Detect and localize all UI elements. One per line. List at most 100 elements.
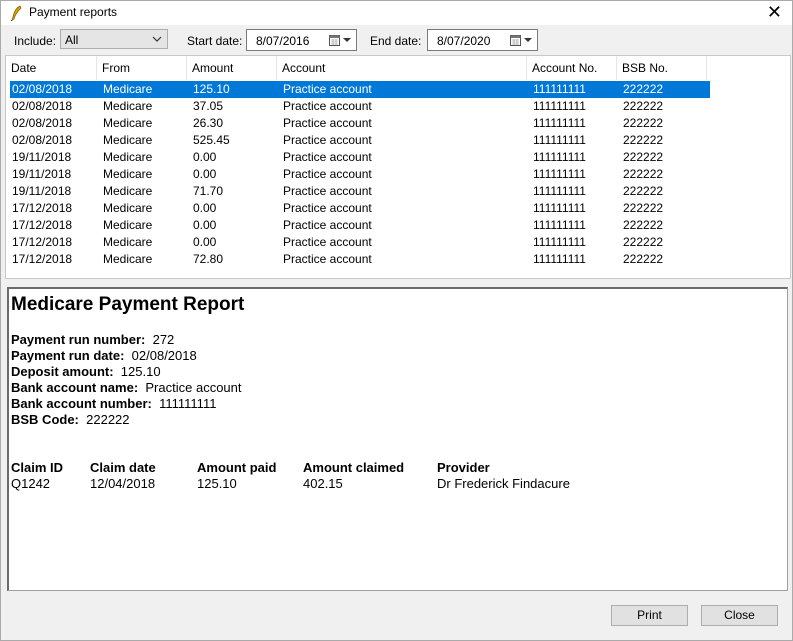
cell-date: 02/08/2018 xyxy=(12,82,73,96)
table-row[interactable]: 19/11/2018 Medicare 71.70 Practice account 1… xyxy=(10,183,710,200)
cell-bsb-no: 222222 xyxy=(623,82,664,96)
cell-bsb-no: 222222 xyxy=(623,116,664,130)
close-button[interactable]: Close xyxy=(701,605,778,626)
cell-bsb-no: 222222 xyxy=(623,235,664,249)
field-label: Payment run date: xyxy=(11,348,125,363)
cell-bsb-no: 222222 xyxy=(623,150,664,164)
cell-account: Practice account xyxy=(283,133,372,147)
cell-from: Medicare xyxy=(103,99,153,113)
start-date-picker[interactable]: 8/07/2016 xyxy=(246,29,357,51)
table-row[interactable]: 17/12/2018 Medicare 0.00 Practice account 11… xyxy=(10,217,710,234)
cell-bsb-no: 222222 xyxy=(623,218,664,232)
cell-account-no: 111111111 xyxy=(533,116,586,130)
claim-header-provider: Provider xyxy=(437,460,490,475)
cell-from: Medicare xyxy=(103,218,153,232)
column-header-date[interactable]: Date xyxy=(6,56,97,80)
cell-date: 19/11/2018 xyxy=(12,167,72,181)
cell-account: Practice account xyxy=(283,184,372,198)
column-header-amount[interactable]: Amount xyxy=(187,56,277,80)
report-field: Bank account number: 111111111 xyxy=(11,396,216,411)
close-window-icon[interactable]: ✕ xyxy=(767,2,782,22)
field-label: Payment run number: xyxy=(11,332,146,347)
start-date-label: Start date: xyxy=(187,34,243,48)
table-row[interactable]: 19/11/2018 Medicare 0.00 Practice account 11… xyxy=(10,166,710,183)
cell-date: 02/08/2018 xyxy=(12,133,73,147)
end-date-label: End date: xyxy=(370,34,422,48)
cell-account-no: 111111111 xyxy=(533,252,586,266)
cell-from: Medicare xyxy=(103,252,153,266)
print-button[interactable]: Print xyxy=(611,605,688,626)
field-value: 111111111 xyxy=(159,396,217,411)
table-row[interactable]: 19/11/2018 Medicare 0.00 Practice account 11… xyxy=(10,149,710,166)
column-header-account[interactable]: Account xyxy=(277,56,527,80)
end-date-picker[interactable]: 8/07/2020 xyxy=(427,29,538,51)
cell-date: 19/11/2018 xyxy=(12,184,72,198)
cell-account: Practice account xyxy=(283,218,372,232)
cell-from: Medicare xyxy=(103,133,153,147)
include-value: All xyxy=(65,33,79,47)
cell-from: Medicare xyxy=(103,167,153,181)
payment-reports-window: Payment reports ✕ Include: All Start dat… xyxy=(0,0,793,641)
cell-account-no: 111111111 xyxy=(533,184,586,198)
report-field: Deposit amount: 125.10 xyxy=(11,364,161,379)
table-row[interactable]: 17/12/2018 Medicare 0.00 Practice account 11… xyxy=(10,234,710,251)
cell-from: Medicare xyxy=(103,184,153,198)
report-field: Payment run number: 272 xyxy=(11,332,174,347)
field-value: 272 xyxy=(152,332,175,347)
claim-header-date: Claim date xyxy=(90,460,156,475)
cell-account: Practice account xyxy=(283,99,372,113)
cell-account: Practice account xyxy=(283,167,372,181)
cell-account: Practice account xyxy=(283,116,372,130)
cell-account-no: 111111111 xyxy=(533,218,586,232)
cell-date: 02/08/2018 xyxy=(12,116,73,130)
payments-table: Date From Amount Account Account No. BSB… xyxy=(5,55,791,279)
window-title: Payment reports xyxy=(29,5,118,19)
cell-bsb-no: 222222 xyxy=(623,167,664,181)
cell-amount: 525.45 xyxy=(193,133,230,147)
report-view: Medicare Payment Report Payment run numb… xyxy=(7,287,788,591)
field-value: 222222 xyxy=(86,412,130,427)
cell-account: Practice account xyxy=(283,82,372,96)
cell-bsb-no: 222222 xyxy=(623,133,664,147)
chevron-down-icon xyxy=(152,36,162,42)
cell-date: 19/11/2018 xyxy=(12,150,72,164)
claim-header-id: Claim ID xyxy=(11,460,64,475)
end-date-value: 8/07/2020 xyxy=(437,34,491,48)
cell-amount: 71.70 xyxy=(193,184,224,198)
field-value: 125.10 xyxy=(120,364,161,379)
report-field: BSB Code: 222222 xyxy=(11,412,130,427)
cell-amount: 0.00 xyxy=(193,218,217,232)
field-label: Bank account number: xyxy=(11,396,152,411)
claim-amount-claimed: 402.15 xyxy=(303,476,343,491)
claim-id: Q1242 xyxy=(11,476,51,491)
claim-header-amount-claimed: Amount claimed xyxy=(303,460,405,475)
cell-account: Practice account xyxy=(283,201,372,215)
column-header-from[interactable]: From xyxy=(97,56,187,80)
cell-bsb-no: 222222 xyxy=(623,252,664,266)
field-value: 02/08/2018 xyxy=(131,348,197,363)
start-date-value: 8/07/2016 xyxy=(256,34,310,48)
cell-from: Medicare xyxy=(103,235,153,249)
table-row[interactable]: 02/08/2018 Medicare 26.30 Practice account 1… xyxy=(10,115,710,132)
cell-account-no: 111111111 xyxy=(533,133,586,147)
cell-amount: 0.00 xyxy=(193,201,217,215)
column-header-bsb-no[interactable]: BSB No. xyxy=(617,56,707,80)
cell-from: Medicare xyxy=(103,201,153,215)
table-row[interactable]: 17/12/2018 Medicare 72.80 Practice account 1… xyxy=(10,251,710,268)
cell-date: 17/12/2018 xyxy=(12,201,73,215)
table-row[interactable]: 02/08/2018 Medicare 125.10 Practice account… xyxy=(10,81,710,98)
column-header-account-no[interactable]: Account No. xyxy=(527,56,617,80)
table-row[interactable]: 02/08/2018 Medicare 525.45 Practice account… xyxy=(10,132,710,149)
table-row[interactable]: 02/08/2018 Medicare 37.05 Practice account 1… xyxy=(10,98,710,115)
calendar-icon xyxy=(510,35,521,46)
cell-account-no: 111111111 xyxy=(533,201,586,215)
table-row[interactable]: 17/12/2018 Medicare 0.00 Practice account 11… xyxy=(10,200,710,217)
report-title: Medicare Payment Report xyxy=(11,294,245,315)
claim-provider: Dr Frederick Findacure xyxy=(437,476,570,491)
title-bar: Payment reports ✕ xyxy=(1,1,792,25)
cell-bsb-no: 222222 xyxy=(623,184,664,198)
cell-account-no: 111111111 xyxy=(533,167,586,181)
include-dropdown[interactable]: All xyxy=(60,29,168,49)
field-label: Deposit amount: xyxy=(11,364,114,379)
cell-account-no: 111111111 xyxy=(533,82,586,96)
